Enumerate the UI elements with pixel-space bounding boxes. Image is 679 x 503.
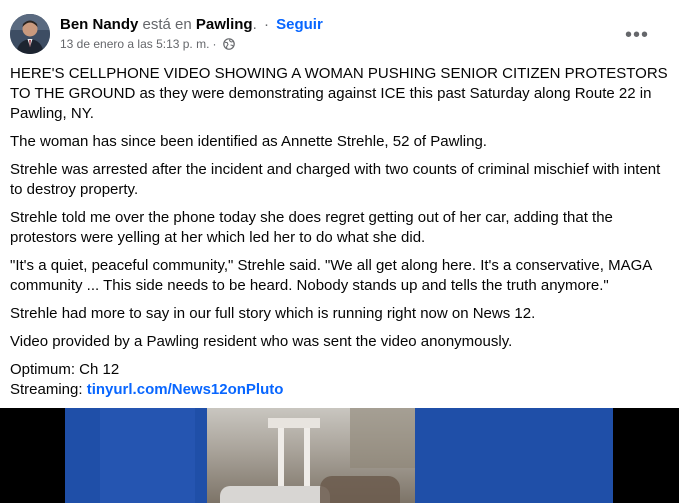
post-paragraph: Video provided by a Pawling resident who…	[10, 333, 513, 350]
location-prefix: está en	[142, 16, 192, 33]
video-scene-car	[220, 486, 330, 503]
author-name[interactable]: Ben Nandy	[60, 16, 138, 33]
streaming-link[interactable]: tinyurl.com/News12onPluto	[87, 381, 284, 398]
post-paragraph: Strehle had more to say in our full stor…	[10, 305, 536, 322]
avatar-image	[10, 14, 50, 54]
globe-icon[interactable]	[223, 38, 236, 50]
author-avatar[interactable]	[10, 14, 50, 54]
author-line: Ben Nandy está en Pawling. · Seguir	[60, 15, 323, 34]
location-link[interactable]: Pawling	[196, 16, 253, 33]
optimum-line: Optimum: Ch 12	[10, 361, 120, 378]
follow-button[interactable]: Seguir	[276, 16, 323, 33]
location-suffix: .	[252, 16, 257, 33]
post-header: Ben Nandy está en Pawling. · Seguir 13 d…	[10, 12, 669, 58]
facebook-post: Ben Nandy está en Pawling. · Seguir 13 d…	[0, 0, 679, 503]
meta-separator: ·	[212, 37, 217, 51]
video-frame-graphic	[100, 408, 195, 503]
post-paragraph: Strehle told me over the phone today she…	[10, 209, 613, 246]
post-paragraph: Strehle was arrested after the incident …	[10, 161, 661, 198]
post-paragraph: HERE'S CELLPHONE VIDEO SHOWING A WOMAN P…	[10, 65, 668, 122]
post-video[interactable]	[0, 408, 679, 503]
post-paragraph: "It's a quiet, peaceful community," Stre…	[10, 257, 652, 294]
streaming-line: Streaming: tinyurl.com/News12onPluto	[10, 380, 672, 400]
video-scene-people	[320, 476, 400, 503]
post-meta: 13 de enero a las 5:13 p. m. ·	[60, 37, 236, 51]
video-scene-post	[278, 428, 284, 488]
post-timestamp[interactable]: 13 de enero a las 5:13 p. m.	[60, 37, 209, 51]
video-scene-roof	[268, 418, 320, 428]
video-scene-trees	[350, 408, 415, 468]
more-options-icon[interactable]: •••	[619, 22, 655, 48]
post-body: HERE'S CELLPHONE VIDEO SHOWING A WOMAN P…	[10, 64, 672, 400]
video-scene-post	[304, 428, 310, 488]
separator-dot: ·	[263, 16, 269, 33]
post-paragraph: The woman has since been identified as A…	[10, 133, 487, 150]
streaming-label: Streaming:	[10, 381, 83, 398]
